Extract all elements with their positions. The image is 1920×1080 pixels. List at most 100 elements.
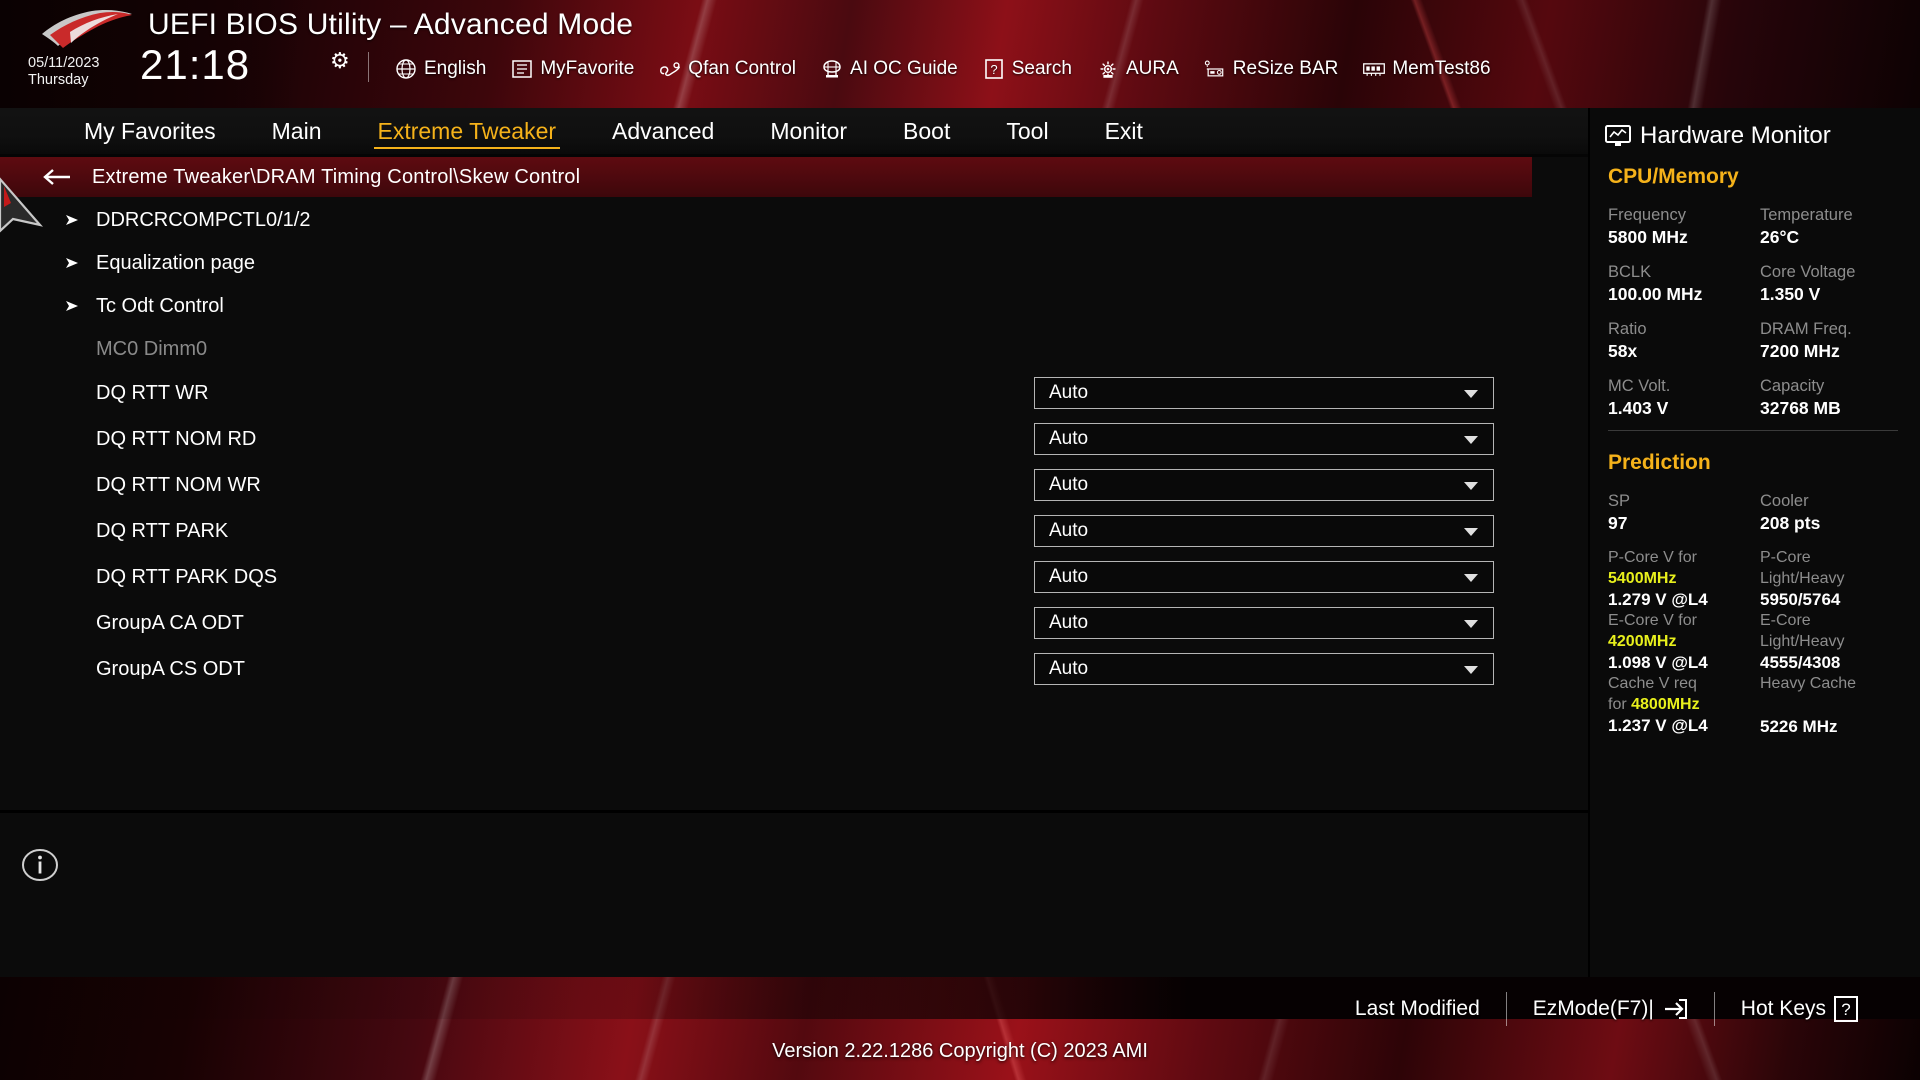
hw-cell-mc-volt: MC Volt. 1.403 V <box>1608 375 1750 420</box>
hardware-monitor-title-label: Hardware Monitor <box>1640 122 1831 149</box>
dropdown-dq-rtt-park-dqs[interactable]: Auto <box>1034 561 1494 593</box>
toolbar-label-search: Search <box>1011 58 1072 79</box>
hw-row-mc-volt-capacity: MC Volt. 1.403 V Capacity 32768 MB <box>1608 375 1904 432</box>
hw-cell-core-voltage: Core Voltage 1.350 V <box>1760 261 1902 306</box>
hw-value: 4555/4308 <box>1760 653 1841 672</box>
hw-value: 58x <box>1608 341 1638 361</box>
hw-cell-frequency: Frequency 5800 MHz <box>1608 204 1750 249</box>
dropdown-dq-rtt-wr[interactable]: Auto <box>1034 377 1494 409</box>
info-circle-icon[interactable] <box>20 845 60 885</box>
hw-key-highlight: 4200MHz <box>1608 633 1677 650</box>
tab-exit[interactable]: Exit <box>1077 108 1171 154</box>
ezmode-button[interactable]: EzMode(F7)| <box>1507 997 1714 1021</box>
toolbar-item-qfan-control[interactable]: Qfan Control <box>652 58 802 80</box>
dropdown-dq-rtt-nom-rd[interactable]: Auto <box>1034 423 1494 455</box>
hw-value: 1.237 V @L4 <box>1608 716 1708 735</box>
hw-key: BCLK <box>1608 263 1652 281</box>
tab-advanced[interactable]: Advanced <box>584 108 742 154</box>
toolbar-item-ai-oc-guide[interactable]: AI OC Guide <box>814 58 964 80</box>
tab-monitor[interactable]: Monitor <box>742 108 875 154</box>
dropdown-groupa-ca-odt[interactable]: Auto <box>1034 607 1494 639</box>
list-item-label: Tc Odt Control <box>96 294 224 317</box>
hw-value: 5800 MHz <box>1608 227 1688 247</box>
hw-row-p-core: P-Core V for 5400MHz 1.279 V @L4 P-Core … <box>1608 547 1904 610</box>
dropdown-dq-rtt-nom-wr[interactable]: Auto <box>1034 469 1494 501</box>
version-text: Version 2.22.1286 Copyright (C) 2023 AMI <box>772 1040 1148 1062</box>
tab-extreme-tweaker[interactable]: Extreme Tweaker <box>350 108 585 154</box>
hw-value: 1.098 V @L4 <box>1608 653 1708 672</box>
hw-key: Capacity <box>1760 377 1825 395</box>
toolbar-item-aura[interactable]: AURA <box>1090 58 1185 80</box>
list-item-equalization-page[interactable]: Equalization page <box>0 240 1532 286</box>
toolbar-item-english[interactable]: English <box>388 58 492 80</box>
settings-list: DDRCRCOMPCTL0/1/2 Equalization page Tc O… <box>0 197 1532 757</box>
svg-text:?: ? <box>990 62 997 77</box>
gear-icon[interactable]: ⚙ <box>330 48 350 74</box>
toolbar-label-myfavorite: MyFavorite <box>540 58 635 79</box>
hw-cell-bclk: BCLK 100.00 MHz <box>1608 261 1750 306</box>
ezmode-label: EzMode(F7)| <box>1532 997 1654 1020</box>
tab-boot[interactable]: Boot <box>875 108 978 154</box>
tab-my-favorites[interactable]: My Favorites <box>56 108 244 154</box>
hw-cell-cooler: Cooler 208 pts <box>1760 490 1902 535</box>
tab-tool[interactable]: Tool <box>978 108 1076 154</box>
hw-value: 1.279 V @L4 <box>1608 590 1708 609</box>
hw-value: 32768 MB <box>1760 398 1841 418</box>
hw-cell-cache-voltage: Cache V req for 4800MHz 1.237 V @L4 <box>1608 673 1750 737</box>
toolbar-item-search[interactable]: ? Search <box>976 58 1078 80</box>
toolbar-divider <box>368 52 369 82</box>
ai-oc-icon <box>820 58 844 80</box>
list-scrollbar-track[interactable] <box>1551 157 1558 817</box>
breadcrumb[interactable]: Extreme Tweaker\DRAM Timing Control\Skew… <box>0 157 1532 197</box>
chevron-right-icon <box>66 215 78 225</box>
toolbar-item-resize-bar[interactable]: ReSize BAR <box>1197 58 1345 80</box>
setting-label: GroupA CA ODT <box>96 611 244 634</box>
dropdown-value: Auto <box>1049 566 1089 587</box>
list-item-ddrcrcompctl[interactable]: DDRCRCOMPCTL0/1/2 <box>0 197 1532 243</box>
question-box-icon: ? <box>1834 996 1858 1022</box>
toolbar-label-qfan-control: Qfan Control <box>688 58 797 79</box>
setting-label: DQ RTT PARK <box>96 519 229 542</box>
date-display: 05/11/2023 Thursday <box>28 55 100 89</box>
favorites-icon <box>510 58 534 80</box>
dropdown-dq-rtt-park[interactable]: Auto <box>1034 515 1494 547</box>
tab-main[interactable]: Main <box>244 108 350 154</box>
last-modified-button[interactable]: Last Modified <box>1329 997 1506 1021</box>
hw-value: 1.403 V <box>1608 398 1669 418</box>
hw-key: DRAM Freq. <box>1760 320 1852 338</box>
list-item-tc-odt-control[interactable]: Tc Odt Control <box>0 283 1532 329</box>
setting-row-dq-rtt-park: DQ RTT PARK Auto <box>0 508 1532 554</box>
chevron-right-icon <box>66 301 78 311</box>
hw-cell-dram-freq: DRAM Freq. 7200 MHz <box>1760 318 1902 363</box>
hw-cpu-memory-grid: Frequency 5800 MHz Temperature 26°C BCLK… <box>1608 204 1904 432</box>
hw-key-highlight: 5400MHz <box>1608 570 1677 587</box>
hw-cell-temperature: Temperature 26°C <box>1760 204 1902 249</box>
toolbar-label-ai-oc-guide: AI OC Guide <box>850 58 958 79</box>
setting-row-groupa-cs-odt: GroupA CS ODT Auto <box>0 646 1532 692</box>
toolbar-item-myfavorite[interactable]: MyFavorite <box>504 58 640 80</box>
toolbar-label-english: English <box>424 58 487 79</box>
hw-key: Frequency <box>1608 206 1686 224</box>
list-item-label: Equalization page <box>96 251 256 274</box>
chevron-down-icon <box>1464 390 1478 398</box>
chevron-down-icon <box>1464 436 1478 444</box>
hw-row-cache: Cache V req for 4800MHz 1.237 V @L4 Heav… <box>1608 673 1904 736</box>
dropdown-groupa-cs-odt[interactable]: Auto <box>1034 653 1494 685</box>
setting-row-dq-rtt-wr: DQ RTT WR Auto <box>0 370 1532 416</box>
memory-module-icon <box>1362 58 1386 80</box>
hw-key: Ratio <box>1608 320 1647 338</box>
breadcrumb-path: Extreme Tweaker\DRAM Timing Control\Skew… <box>92 165 581 188</box>
hw-key: Temperature <box>1760 206 1853 224</box>
chevron-down-icon <box>1464 482 1478 490</box>
hw-key: SP <box>1608 492 1631 510</box>
hot-keys-button[interactable]: Hot Keys ? <box>1715 996 1884 1022</box>
dropdown-value: Auto <box>1049 520 1089 541</box>
info-help-area <box>0 817 1588 977</box>
hw-section-cpu-memory: CPU/Memory <box>1608 165 1739 188</box>
hw-cell-p-core-voltage: P-Core V for 5400MHz 1.279 V @L4 <box>1608 547 1750 611</box>
chevron-down-icon <box>1464 528 1478 536</box>
resize-bar-icon <box>1203 58 1227 80</box>
hw-row-sp-cooler: SP 97 Cooler 208 pts <box>1608 490 1904 547</box>
back-arrow-icon[interactable] <box>42 167 72 187</box>
toolbar-item-memtest86[interactable]: MemTest86 <box>1356 58 1496 80</box>
